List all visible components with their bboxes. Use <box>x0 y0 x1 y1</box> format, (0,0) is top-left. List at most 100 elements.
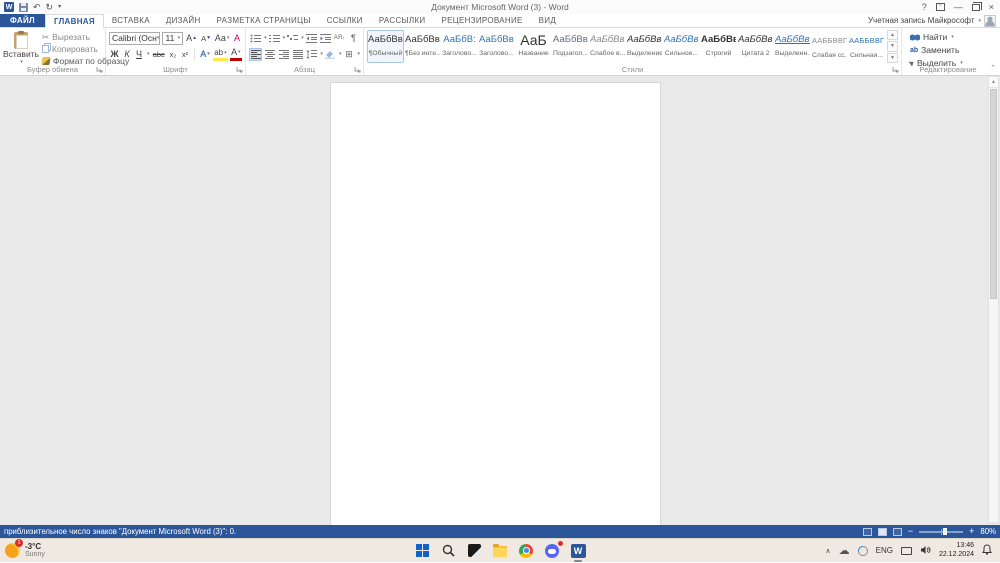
discord-icon[interactable] <box>544 539 564 559</box>
underline-button[interactable]: Ч <box>134 47 144 61</box>
start-button[interactable] <box>414 543 430 559</box>
superscript-button[interactable]: х² <box>180 47 190 61</box>
restore-icon[interactable] <box>971 1 982 11</box>
print-layout-icon[interactable] <box>877 527 887 536</box>
style-subtitle[interactable]: АаБбВвГ Подзагол... <box>552 30 589 63</box>
numbered-list-icon[interactable] <box>268 32 281 45</box>
style-emphasis[interactable]: АаБбВвГгВыделение <box>626 30 663 63</box>
grow-font-button[interactable]: А ▲ <box>185 31 198 45</box>
language-indicator[interactable]: ENG <box>876 546 893 555</box>
tab-insert[interactable]: ВСТАВКА <box>104 14 158 27</box>
tab-home[interactable]: ГЛАВНАЯ <box>44 14 104 28</box>
style-intense-emphasis[interactable]: АаБбВвГгСильное... <box>663 30 700 63</box>
borders-icon[interactable]: ⊞ <box>342 48 355 61</box>
style-heading1[interactable]: АаБбВ: Заголово... <box>441 30 478 63</box>
hidden-icons-chevron[interactable]: ∧ <box>825 547 830 555</box>
text-effects-button[interactable]: А ▾ <box>199 47 211 61</box>
italic-button[interactable]: К <box>122 47 132 61</box>
weather-widget[interactable]: 1 -3°C Sunny <box>0 538 170 560</box>
zoom-slider[interactable] <box>919 528 964 535</box>
style-subtle-emphasis[interactable]: АаБбВвГвСлабое в... <box>589 30 626 63</box>
save-icon[interactable] <box>19 2 28 12</box>
style-intense-reference[interactable]: АаБбВвГг,Сильная... <box>848 30 885 63</box>
style-no-spacing[interactable]: АаБбВвГг,¶Без инте... <box>404 30 441 63</box>
tab-review[interactable]: РЕЦЕНЗИРОВАНИЕ <box>434 14 531 27</box>
minimize-icon[interactable]: — <box>954 2 963 12</box>
multilevel-list-icon[interactable] <box>286 32 299 45</box>
chrome-icon[interactable] <box>518 543 534 559</box>
ribbon-display-options-icon[interactable]: ⌃ <box>935 3 945 11</box>
scroll-up-arrow-icon[interactable]: ▲ <box>989 77 998 88</box>
collapse-ribbon-icon[interactable]: ⌃ <box>990 64 996 72</box>
font-name-combo[interactable]: Calibri (Осн ▾ <box>109 31 161 45</box>
replace-button[interactable]: ab Заменить <box>910 44 991 56</box>
close-icon[interactable]: × <box>989 2 994 12</box>
speaker-icon[interactable] <box>920 545 931 557</box>
font-size-combo[interactable]: 11 ▾ <box>162 31 184 45</box>
styles-dialog-launcher-icon[interactable] <box>892 66 899 73</box>
dark-app-icon[interactable] <box>466 543 482 559</box>
zoom-in-button[interactable]: + <box>969 527 974 536</box>
style-quote[interactable]: АаБбВвГгЦитата 2 <box>737 30 774 63</box>
zoom-level[interactable]: 80% <box>980 527 996 536</box>
vertical-scrollbar[interactable]: ▲ <box>988 76 999 523</box>
paste-button[interactable]: Вставить ▾ <box>3 30 39 66</box>
font-dialog-launcher-icon[interactable] <box>236 66 243 73</box>
justify-icon[interactable] <box>291 48 304 61</box>
tab-mailings[interactable]: РАССЫЛКИ <box>371 14 434 27</box>
clear-formatting-button[interactable]: А <box>232 31 242 45</box>
style-title[interactable]: АаБ Название <box>515 30 552 63</box>
sort-icon[interactable]: АЯ ↓ <box>333 32 346 45</box>
web-layout-icon[interactable] <box>892 527 902 536</box>
show-paragraph-marks-icon[interactable]: ¶ <box>347 32 360 45</box>
style-heading2[interactable]: АаБбВвГ Заголово... <box>478 30 515 63</box>
align-left-icon[interactable] <box>249 47 263 61</box>
subscript-button[interactable]: х₂ <box>168 47 178 61</box>
line-spacing-icon[interactable] <box>305 48 318 61</box>
bullet-list-icon[interactable] <box>249 32 262 45</box>
highlight-color-button[interactable]: ab ▾ <box>213 47 228 61</box>
styles-more-icon[interactable]: ▼ <box>887 52 898 63</box>
file-explorer-icon[interactable] <box>492 543 508 559</box>
bold-button[interactable]: Ж <box>109 47 120 61</box>
font-color-button[interactable]: А ▾ <box>229 47 242 61</box>
shading-icon[interactable] <box>324 48 337 61</box>
strikethrough-button[interactable]: abc <box>152 47 166 61</box>
notification-bell-icon[interactable] <box>982 544 992 557</box>
align-center-icon[interactable] <box>263 48 276 61</box>
display-icon[interactable] <box>900 546 912 555</box>
style-strong[interactable]: АаБбВвГгСтрогий <box>700 30 737 63</box>
style-intense-quote[interactable]: АаБбВвГгВыделенн... <box>774 30 811 63</box>
shrink-font-button[interactable]: А ▼ <box>200 31 212 45</box>
styles-scroll-down-icon[interactable]: ▼ <box>887 41 898 52</box>
zoom-out-button[interactable]: − <box>908 527 913 536</box>
scrollbar-thumb[interactable] <box>990 89 997 299</box>
tab-page-layout[interactable]: РАЗМЕТКА СТРАНИЦЫ <box>209 14 319 27</box>
word-app-icon[interactable]: W <box>4 2 14 12</box>
style-normal[interactable]: АаБбВвГг,¶Обычный <box>367 30 404 63</box>
align-right-icon[interactable] <box>277 48 290 61</box>
increase-indent-icon[interactable] <box>319 32 332 45</box>
clock[interactable]: 13:46 22.12.2024 <box>939 542 974 560</box>
change-case-button[interactable]: Аа ▾ <box>214 31 230 45</box>
tab-design[interactable]: ДИЗАЙН <box>158 14 209 27</box>
decrease-indent-icon[interactable] <box>305 32 318 45</box>
onedrive-cloud-icon[interactable]: ☁ <box>839 545 850 556</box>
chevron-down-icon[interactable]: ▾ <box>147 51 150 57</box>
account-button[interactable]: Учетная запись Майкрософт ▾ <box>868 14 1000 27</box>
qat-customize-icon[interactable]: ▾ <box>58 1 61 13</box>
style-subtle-reference[interactable]: АаБбВвГг,Слабая сс... <box>811 30 848 63</box>
tab-file[interactable]: ФАЙЛ <box>0 14 45 27</box>
find-button[interactable]: Найти ▾ <box>910 31 991 43</box>
undo-icon[interactable]: ↶ <box>33 1 41 13</box>
styles-scroll-up-icon[interactable]: ▲ <box>887 30 898 41</box>
read-mode-icon[interactable] <box>862 527 872 536</box>
tab-references[interactable]: ССЫЛКИ <box>319 14 371 27</box>
tab-view[interactable]: ВИД <box>531 14 564 27</box>
sync-icon[interactable] <box>855 543 870 558</box>
word-taskbar-icon[interactable]: W <box>570 543 586 559</box>
help-icon[interactable]: ? <box>922 2 927 12</box>
clipboard-dialog-launcher-icon[interactable] <box>96 66 103 73</box>
paragraph-dialog-launcher-icon[interactable] <box>354 66 361 73</box>
zoom-slider-thumb[interactable] <box>943 528 948 535</box>
